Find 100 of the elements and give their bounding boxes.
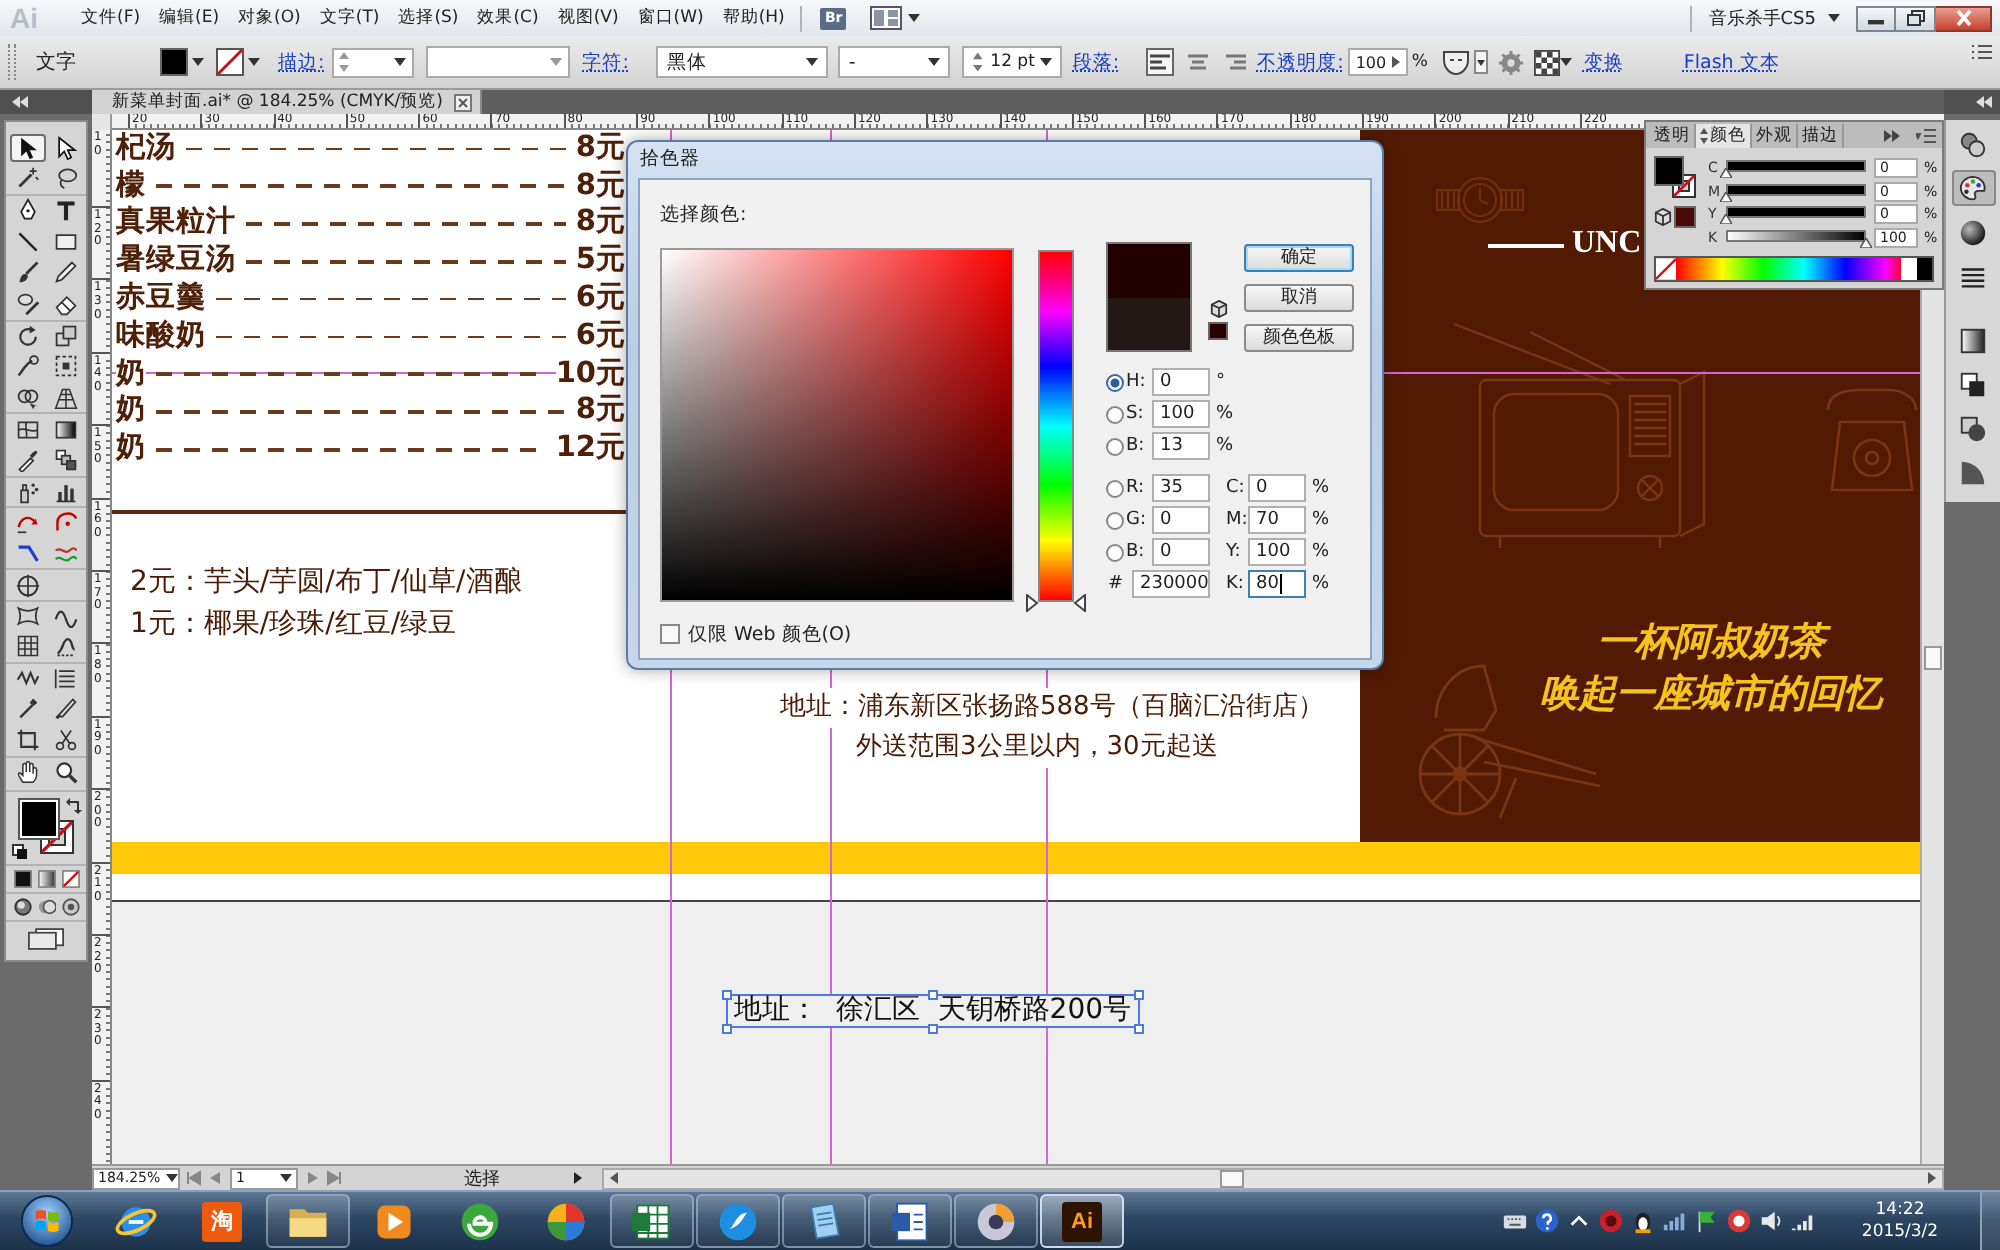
stroke-color-dropdown[interactable] (216, 46, 260, 78)
menu-item[interactable]: 窗口(W) (637, 6, 704, 30)
slider-thumb[interactable] (1026, 593, 1086, 611)
clock[interactable]: 14:22 2015/3/2 (1840, 1199, 1960, 1243)
value-field[interactable]: 13 (1152, 432, 1210, 460)
radio-button[interactable] (1106, 543, 1124, 561)
resize-handle[interactable] (1134, 1023, 1145, 1033)
taskbar-button[interactable] (266, 1194, 350, 1248)
resize-handle[interactable] (721, 1023, 731, 1033)
font-style-dropdown[interactable]: - (838, 46, 951, 78)
cube-icon[interactable] (1654, 208, 1672, 226)
scroll-left-icon[interactable] (608, 1170, 620, 1186)
radio-button[interactable] (1106, 511, 1124, 529)
menu-item[interactable]: 帮助(H) (722, 6, 785, 30)
panel-tab[interactable]: 描边 (1798, 124, 1844, 148)
channel-slider[interactable] (1726, 157, 1866, 178)
current-color-swatch[interactable] (1108, 297, 1190, 350)
panel-menu-icon[interactable] (1916, 128, 1936, 144)
checkbox-label[interactable]: 仅限 Web 颜色(O) (688, 621, 852, 647)
resize-handle[interactable] (721, 989, 731, 999)
stroke-weight-field[interactable] (332, 47, 415, 77)
resize-handle[interactable] (1134, 989, 1145, 999)
tool-button[interactable] (10, 133, 46, 162)
taskbar-button[interactable]: Ai (1040, 1194, 1124, 1248)
value-field[interactable]: 0 (1248, 474, 1306, 502)
radio-button[interactable] (1106, 373, 1124, 391)
color-mode-icon[interactable] (14, 870, 32, 889)
dialog-button[interactable]: 确定 (1244, 244, 1354, 272)
speaker-icon[interactable] (1758, 1208, 1784, 1234)
document-tab[interactable]: 新菜单封面.ai* @ 184.25% (CMYK/预览) (92, 90, 483, 114)
menu-item[interactable]: 文字(T) (319, 6, 380, 30)
value-field[interactable]: 0 (1152, 368, 1210, 396)
draw-inside-icon[interactable] (62, 898, 80, 917)
close-button[interactable] (1936, 5, 1992, 31)
color-swatch-icon[interactable] (1208, 322, 1228, 340)
panel-tab[interactable]: 颜色 (1696, 124, 1752, 148)
dialog-button[interactable]: 颜色色板 (1244, 324, 1354, 352)
grip-handle[interactable] (8, 44, 16, 80)
radio-button[interactable] (1106, 437, 1124, 455)
workspace-switcher[interactable]: 音乐杀手CS5 (1708, 4, 1840, 32)
slider-thumb[interactable] (1720, 167, 1732, 178)
value-field[interactable]: 80 (1248, 570, 1306, 598)
slider-thumb[interactable] (1720, 191, 1732, 202)
horizontal-scrollbar[interactable] (602, 1167, 1944, 1189)
fill-swatch-icon[interactable] (1654, 156, 1684, 186)
flash-text-link[interactable]: Flash 文本 (1683, 49, 1780, 75)
color-spectrum[interactable] (1654, 256, 1934, 282)
transform-link[interactable]: 变换 (1583, 49, 1624, 75)
opacity-link[interactable]: 不透明度: (1257, 49, 1344, 75)
menu-item[interactable]: 选择(S) (398, 6, 459, 30)
gear-icon[interactable] (1497, 49, 1524, 75)
restore-button[interactable] (1896, 5, 1936, 31)
checkbox[interactable] (660, 624, 680, 644)
checker-grid-icon[interactable] (1533, 49, 1560, 75)
profile-field[interactable] (426, 46, 571, 78)
panel-button[interactable] (1951, 170, 1995, 206)
show-desktop-button[interactable] (1980, 1192, 2000, 1250)
draw-behind-icon[interactable] (38, 898, 56, 917)
selected-text[interactable]: 地址： 徐汇区 天钥桥路200号 (726, 994, 1140, 1028)
menu-item[interactable]: 视图(V) (557, 6, 619, 30)
draw-normal-icon[interactable] (14, 898, 32, 917)
default-colors-icon[interactable] (12, 844, 28, 861)
dialog-button[interactable]: 取消 (1244, 284, 1354, 312)
scroll-thumb[interactable] (1220, 1169, 1244, 1187)
resize-handle[interactable] (927, 989, 938, 999)
swap-arrow-icon[interactable] (66, 798, 82, 815)
value-field[interactable]: 100 (1248, 538, 1306, 566)
badge-icon[interactable] (1726, 1208, 1752, 1234)
resize-handle[interactable] (927, 1023, 938, 1033)
caret-icon[interactable] (1559, 58, 1572, 66)
hue-slider[interactable] (1026, 248, 1086, 616)
arrange-documents-button[interactable] (870, 5, 921, 31)
value-field[interactable]: 35 (1152, 474, 1210, 502)
slider-thumb[interactable] (1720, 214, 1732, 225)
color-swatch-icon[interactable] (1674, 206, 1696, 228)
scroll-right-icon[interactable] (1926, 1170, 1938, 1186)
value-field[interactable]: 70 (1248, 506, 1306, 534)
stroke-link[interactable]: 描边: (278, 49, 325, 75)
minimize-button[interactable] (1856, 5, 1896, 31)
close-icon[interactable] (454, 93, 473, 111)
collapse-icon[interactable] (12, 96, 28, 108)
scroll-thumb[interactable] (1924, 646, 1942, 670)
menu-item[interactable]: 对象(O) (238, 6, 301, 30)
double-chevron-icon[interactable] (1884, 130, 1900, 142)
align-button[interactable] (1145, 48, 1174, 76)
menu-item[interactable]: 效果(C) (477, 6, 539, 30)
penguin-icon[interactable] (1630, 1208, 1656, 1234)
channel-slider[interactable] (1726, 204, 1866, 225)
mask-icon[interactable] (1439, 48, 1472, 76)
status-dropdown[interactable]: 选择 (354, 1167, 590, 1189)
signal-bars-icon[interactable] (1662, 1208, 1688, 1234)
screen-mode-icon[interactable] (28, 928, 64, 951)
radio-button[interactable] (1106, 479, 1124, 497)
flag-icon[interactable] (1694, 1208, 1720, 1234)
collapse-icon[interactable] (1976, 96, 1992, 108)
character-link[interactable]: 字符: (582, 49, 629, 75)
taskbar-button[interactable] (610, 1194, 694, 1248)
value-field[interactable]: 0 (1152, 538, 1210, 566)
help-icon[interactable] (1534, 1208, 1560, 1234)
value-field[interactable]: 0 (1152, 506, 1210, 534)
